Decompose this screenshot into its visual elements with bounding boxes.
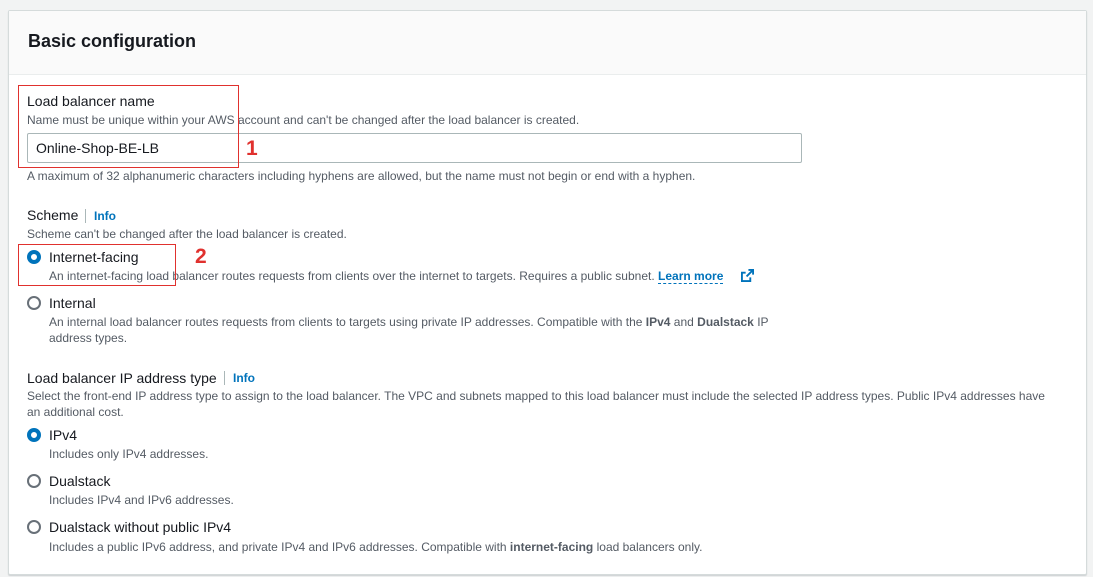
ip-type-info-link[interactable]: Info (233, 371, 255, 385)
annotation-box-2 (18, 244, 176, 286)
annotation-number-1: 1 (246, 137, 258, 160)
internal-description: An internal load balancer routes request… (49, 315, 769, 329)
ipv4-label[interactable]: IPv4 (49, 427, 77, 443)
ip-type-description-line2: an additional cost. (27, 405, 124, 419)
ipv4-description: Includes only IPv4 addresses. (49, 447, 209, 461)
radio-dualstack[interactable] (27, 474, 41, 488)
dualstack-description: Includes IPv4 and IPv6 addresses. (49, 493, 234, 507)
scheme-info-link[interactable]: Info (94, 209, 116, 223)
info-separator (224, 371, 225, 385)
radio-dualstack-no-public-ipv4[interactable] (27, 520, 41, 534)
dualstack-label[interactable]: Dualstack (49, 473, 110, 489)
external-link-icon[interactable] (741, 269, 754, 282)
panel-header: Basic configuration (9, 11, 1086, 75)
radio-internal[interactable] (27, 296, 41, 310)
ip-type-description: Select the front-end IP address type to … (27, 389, 1045, 403)
section-title: Basic configuration (28, 31, 197, 51)
learn-more-link[interactable]: Learn more (658, 269, 724, 284)
scheme-description: Scheme can't be changed after the load b… (27, 227, 347, 241)
dualstack-no-public-ipv4-label[interactable]: Dualstack without public IPv4 (49, 519, 231, 535)
annotation-number-2: 2 (195, 245, 207, 268)
info-separator (85, 209, 86, 223)
radio-ipv4[interactable] (27, 428, 41, 442)
dualstack-no-public-ipv4-description: Includes a public IPv6 address, and priv… (49, 540, 703, 554)
internal-description-line2: address types. (49, 331, 128, 345)
annotation-box-1 (18, 85, 239, 168)
internal-label[interactable]: Internal (49, 295, 96, 311)
ip-type-label: Load balancer IP address type (27, 370, 217, 386)
scheme-label: Scheme (27, 207, 79, 223)
lb-name-constraint: A maximum of 32 alphanumeric characters … (27, 169, 696, 183)
